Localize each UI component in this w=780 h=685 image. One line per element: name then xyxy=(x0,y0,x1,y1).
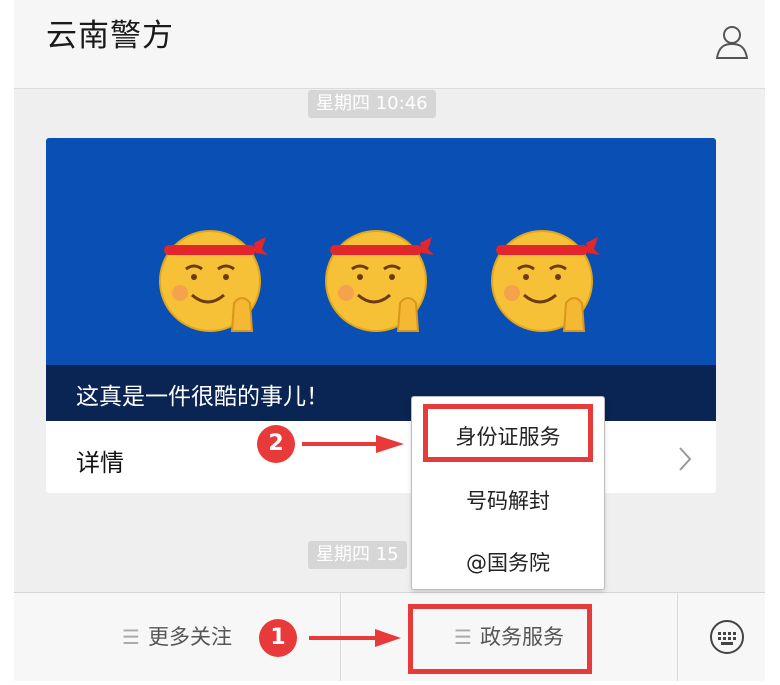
submenu-item-state-council[interactable]: @国务院 xyxy=(412,547,604,577)
emoji-face-icon xyxy=(491,230,600,332)
highlight-box xyxy=(423,404,593,462)
step-badge-1: 1 xyxy=(259,619,297,657)
timestamp-chip: 星期四 10:46 xyxy=(308,90,436,118)
red-arrow-icon xyxy=(302,435,404,453)
article-caption: 这真是一件很酷的事儿！ xyxy=(76,384,329,410)
submenu-item-number-unblock[interactable]: 号码解封 xyxy=(412,485,604,515)
menu-lines-icon: ☰ xyxy=(122,625,140,649)
emoji-face-icon xyxy=(159,230,268,332)
menu-tab-label: 更多关注 xyxy=(147,625,232,649)
red-arrow-icon xyxy=(309,629,401,647)
banner-caption-bar: 这真是一件很酷的事儿！ xyxy=(46,365,716,421)
emoji-face-icon xyxy=(325,230,434,332)
tab-divider xyxy=(677,593,678,681)
keyboard-icon[interactable] xyxy=(709,619,745,655)
highlight-box xyxy=(408,604,592,674)
step-badge-2: 2 xyxy=(257,425,295,463)
chevron-right-icon xyxy=(679,447,692,471)
chat-screen: 云南警方 星期四 10:46 这真是一件很酷的事儿！ 详情 星期四 15 ☰ 更… xyxy=(14,0,765,681)
person-outline-icon[interactable] xyxy=(715,24,749,60)
page-title: 云南警方 xyxy=(46,18,174,54)
article-banner-image[interactable]: 这真是一件很酷的事儿！ xyxy=(46,138,716,421)
timestamp-chip: 星期四 15 xyxy=(308,541,407,569)
details-link[interactable]: 详情 xyxy=(76,443,124,478)
chat-header: 云南警方 xyxy=(14,0,765,89)
